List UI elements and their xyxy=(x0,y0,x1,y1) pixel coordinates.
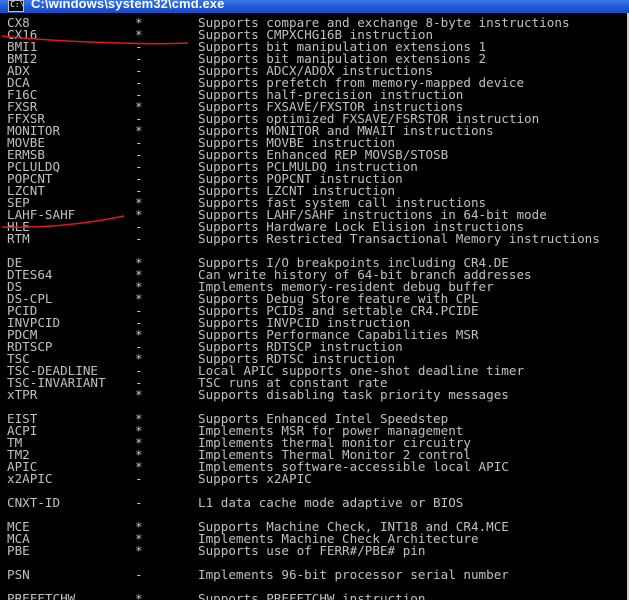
feature-description: L1 data cache mode adaptive or BIOS xyxy=(198,495,464,510)
console-row: xTPR * Supports disabling task priority me… xyxy=(0,387,627,402)
console-row: RTM - Supports Restricted Transactional Me… xyxy=(0,231,627,246)
feature-description: Supports x2APIC xyxy=(198,471,312,486)
console-output[interactable]: CX8 * Supports compare and exchange 8-byte… xyxy=(0,13,627,600)
feature-flag: RTM xyxy=(7,231,30,246)
feature-description: Supports Restricted Transactional Memory… xyxy=(198,231,600,246)
feature-description: Supports disabling task priority message… xyxy=(198,387,509,402)
feature-flag: CNXT-ID xyxy=(7,495,61,510)
support-marker: * xyxy=(135,543,143,558)
feature-description: Supports use of FERR#/PBE# pin xyxy=(198,543,426,558)
support-marker: * xyxy=(135,387,143,402)
feature-flag: PSN xyxy=(7,567,30,582)
support-marker: - xyxy=(135,471,143,486)
feature-flag: PBE xyxy=(7,543,30,558)
support-marker: - xyxy=(135,567,143,582)
feature-description: Supports PREFETCHW instruction xyxy=(198,591,426,600)
console-row: CNXT-ID - L1 data cache mode adaptive or B… xyxy=(0,495,627,510)
console-row: PBE * Supports use of FERR#/PBE# pin xyxy=(0,543,627,558)
console-row: PREFETCHW * Supports PREFETCHW instruction xyxy=(0,591,627,600)
console-row: x2APIC - Supports x2APIC xyxy=(0,471,627,486)
feature-description: Implements 96-bit processor serial numbe… xyxy=(198,567,509,582)
support-marker: * xyxy=(135,591,143,600)
console-row: PSN - Implements 96-bit processor serial n… xyxy=(0,567,627,582)
console-row: APIC * Implements software-accessible loca… xyxy=(0,460,627,473)
feature-flag: x2APIC xyxy=(7,471,53,486)
support-marker: - xyxy=(135,231,143,246)
window-titlebar[interactable]: C:\windows\system32\cmd.exe xyxy=(0,0,629,13)
support-marker: - xyxy=(135,495,143,510)
window-title: C:\windows\system32\cmd.exe xyxy=(31,0,225,11)
feature-flag: xTPR xyxy=(7,387,38,402)
feature-flag: PREFETCHW xyxy=(7,591,76,600)
cmd-console-icon[interactable] xyxy=(8,0,24,12)
